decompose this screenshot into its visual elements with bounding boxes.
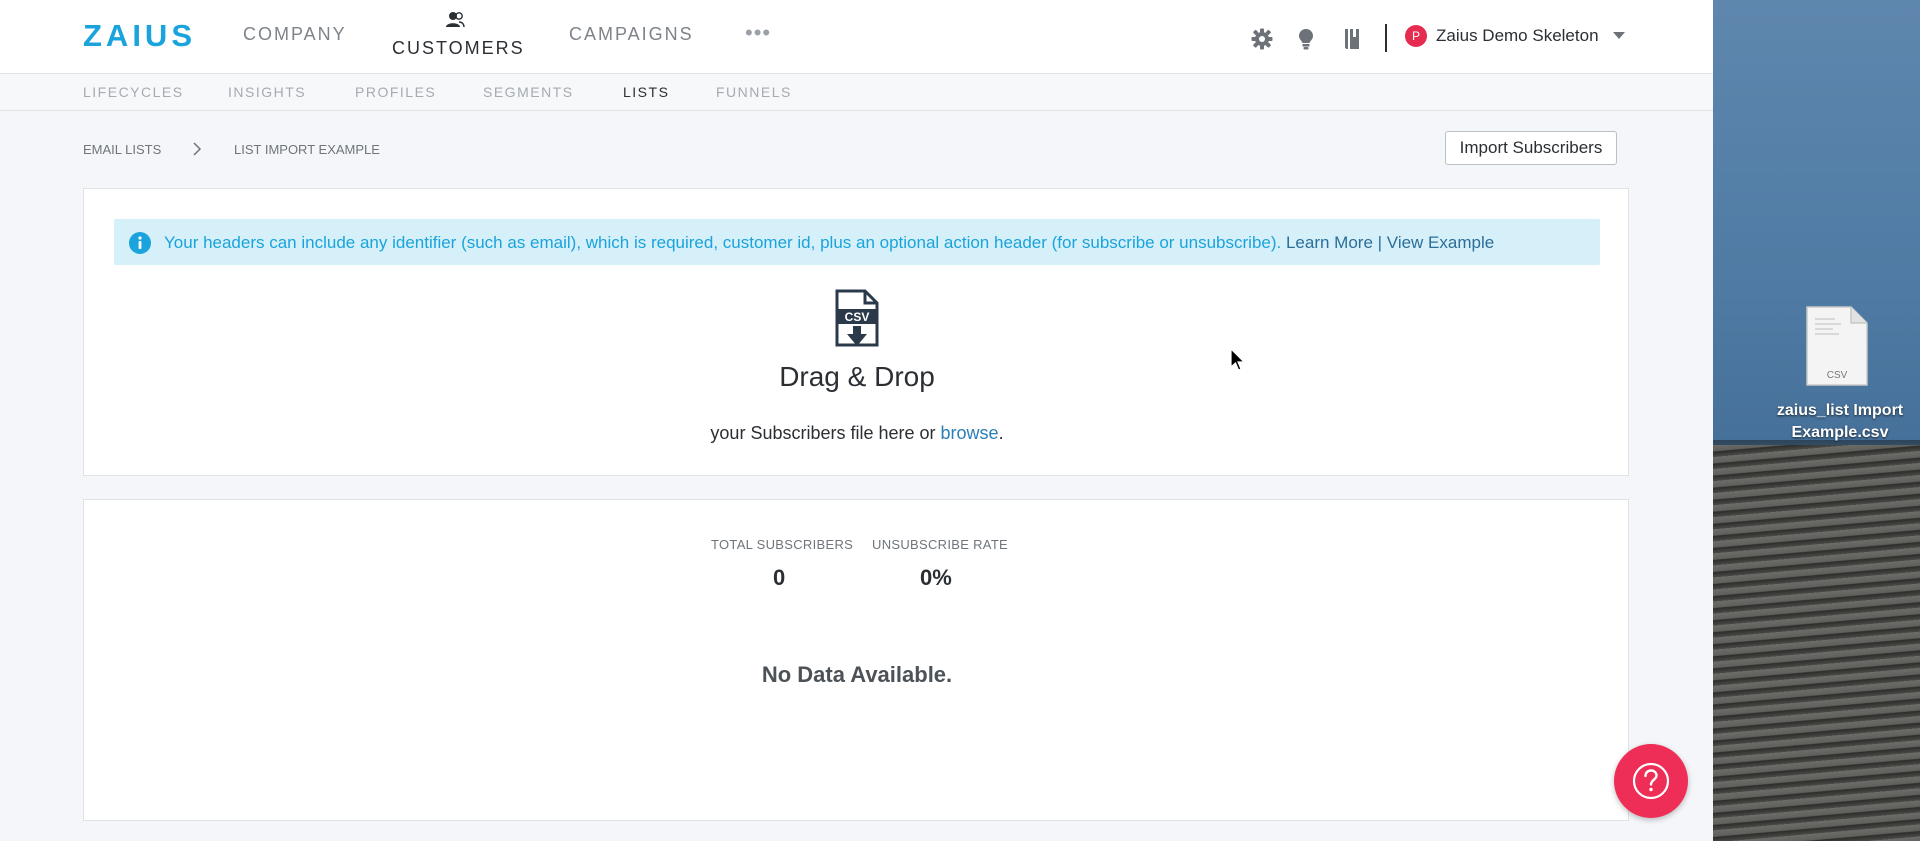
account-name[interactable]: Zaius Demo Skeleton <box>1436 26 1599 46</box>
subnav-insights[interactable]: INSIGHTS <box>228 84 306 100</box>
subnav-lifecycles[interactable]: LIFECYCLES <box>83 84 184 100</box>
subnav-funnels[interactable]: FUNNELS <box>716 84 792 100</box>
deck-texture <box>1713 445 1920 841</box>
no-data-message: No Data Available. <box>761 662 953 687</box>
nav-campaigns[interactable]: CAMPAIGNS <box>569 24 694 45</box>
gear-icon[interactable] <box>1251 28 1273 50</box>
caret-down-icon[interactable] <box>1612 30 1626 40</box>
mouse-cursor-icon <box>1230 348 1246 371</box>
question-icon <box>1632 762 1670 800</box>
file-name-line2: Example.csv <box>1791 424 1889 441</box>
users-icon <box>446 12 465 28</box>
info-banner: Your headers can include any identifier … <box>114 219 1600 265</box>
subnav-segments[interactable]: SEGMENTS <box>483 84 574 100</box>
desktop-file-label[interactable]: zaius_list Import Example.csv <box>1760 400 1920 444</box>
breadcrumb-current: LIST IMPORT EXAMPLE <box>234 142 380 157</box>
info-message: Your headers can include any identifier … <box>164 233 1286 252</box>
top-navigation-bar: ZAIUS COMPANY CUSTOMERS CAMPAIGNS ••• P … <box>0 0 1713 74</box>
learn-more-link[interactable]: Learn More <box>1286 233 1373 252</box>
csv-download-icon: CSV <box>835 289 879 347</box>
nav-company[interactable]: COMPANY <box>243 24 347 45</box>
csv-file-icon[interactable]: CSV <box>1805 305 1869 387</box>
total-subscribers-label: TOTAL SUBSCRIBERS <box>711 537 854 552</box>
import-subscribers-button[interactable]: Import Subscribers <box>1445 131 1617 165</box>
lightbulb-icon[interactable] <box>1298 28 1314 50</box>
drag-drop-suffix: . <box>998 423 1004 443</box>
subnav-lists[interactable]: LISTS <box>623 84 669 100</box>
drag-drop-prefix: your Subscribers file here or <box>710 423 941 443</box>
nav-customers[interactable]: CUSTOMERS <box>392 38 525 59</box>
sub-navigation: LIFECYCLES INSIGHTS PROFILES SEGMENTS LI… <box>0 74 1713 111</box>
more-icon[interactable]: ••• <box>745 20 771 46</box>
drag-drop-title: Drag & Drop <box>779 361 935 392</box>
zaius-logo[interactable]: ZAIUS <box>83 18 196 54</box>
breadcrumb-email-lists[interactable]: EMAIL LISTS <box>83 142 161 157</box>
drag-drop-subtitle: your Subscribers file here or browse. <box>84 423 1630 444</box>
stats-card: TOTAL SUBSCRIBERS 0 UNSUBSCRIBE RATE 0% … <box>83 499 1629 821</box>
subnav-profiles[interactable]: PROFILES <box>355 84 436 100</box>
upload-card: Your headers can include any identifier … <box>83 188 1629 476</box>
help-button[interactable] <box>1614 744 1688 818</box>
info-text: Your headers can include any identifier … <box>164 233 1494 253</box>
view-example-link[interactable]: View Example <box>1387 233 1494 252</box>
info-icon <box>129 232 151 254</box>
topbar-divider <box>1385 24 1387 52</box>
csv-icon-label: CSV <box>845 310 870 324</box>
chevron-right-icon <box>193 142 202 156</box>
unsubscribe-rate-value: 0% <box>920 565 952 590</box>
book-icon[interactable] <box>1343 28 1361 50</box>
unsubscribe-rate-label: UNSUBSCRIBE RATE <box>872 537 1009 552</box>
file-name-line1: zaius_list Import <box>1776 402 1904 419</box>
app-window: ZAIUS COMPANY CUSTOMERS CAMPAIGNS ••• P … <box>0 0 1713 841</box>
avatar[interactable]: P <box>1405 25 1427 47</box>
csv-file-type: CSV <box>1827 370 1848 381</box>
info-separator: | <box>1372 233 1387 252</box>
browse-link[interactable]: browse <box>941 423 999 443</box>
total-subscribers-value: 0 <box>773 565 786 590</box>
